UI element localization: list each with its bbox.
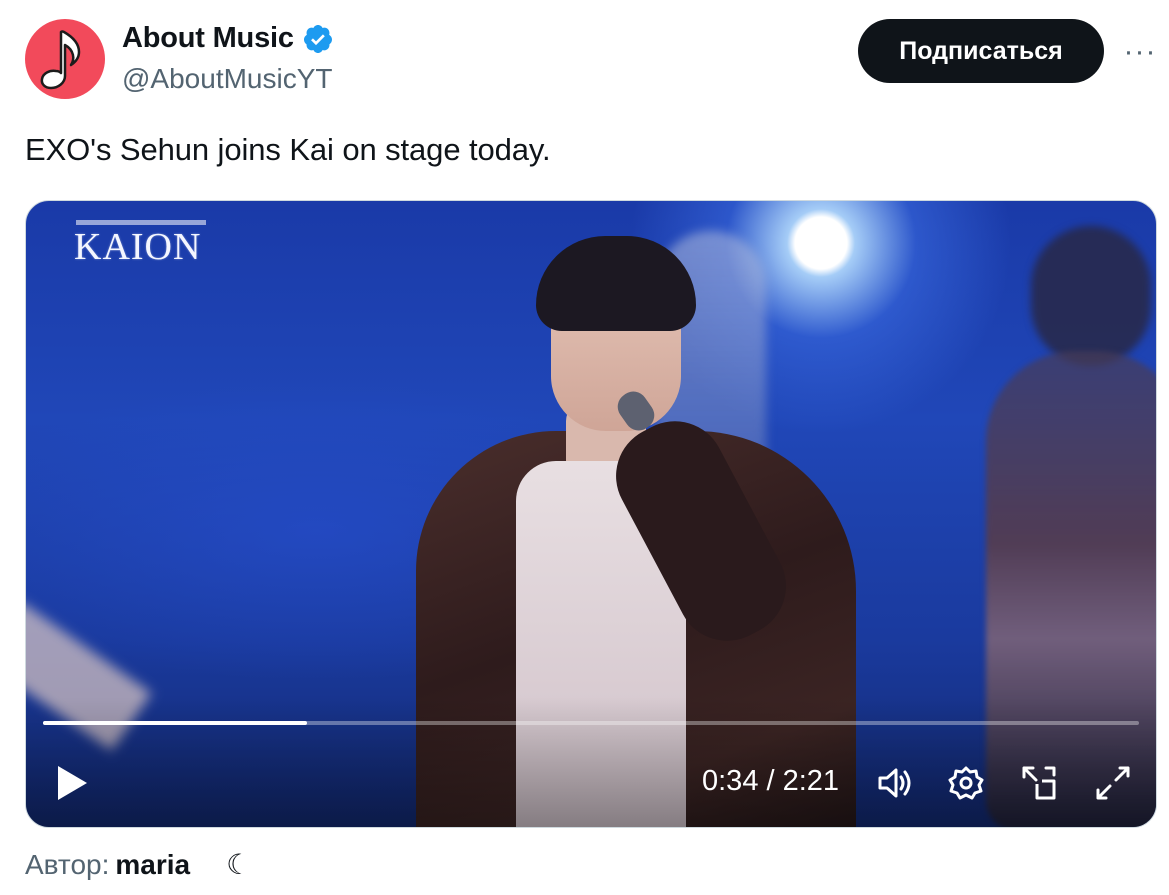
- display-name[interactable]: About Music: [122, 22, 294, 55]
- time-display: 0:34 / 2:21: [702, 765, 840, 797]
- moon-icon: ☾: [226, 849, 252, 880]
- progress-fill: [43, 721, 308, 725]
- picture-in-picture-icon[interactable]: [1020, 764, 1058, 802]
- verified-badge-icon[interactable]: [302, 23, 334, 55]
- author-label: Автор:: [25, 848, 110, 880]
- progress-bar[interactable]: [43, 721, 1139, 725]
- fullscreen-icon[interactable]: [1094, 764, 1132, 802]
- author-name[interactable]: maria: [115, 849, 190, 881]
- follow-button[interactable]: Подписаться: [858, 19, 1104, 83]
- avatar[interactable]: [25, 19, 105, 99]
- video-player[interactable]: KAION 0:34 / 2:21: [25, 200, 1157, 828]
- volume-icon[interactable]: [876, 764, 914, 802]
- settings-gear-icon[interactable]: [947, 764, 985, 802]
- video-watermark: KAION: [74, 226, 202, 268]
- tweet-text: EXO's Sehun joins Kai on stage today.: [25, 132, 551, 167]
- footer-credit: Автор: maria ☾: [25, 848, 251, 881]
- video-frame-dancer-head: [1031, 226, 1151, 366]
- controls-shade: [26, 697, 1156, 827]
- more-dots-icon[interactable]: ···: [1118, 30, 1162, 74]
- music-note-icon: [40, 30, 81, 90]
- name-row: About Music: [122, 22, 334, 55]
- tweet-card: About Music @AboutMusicYT Подписаться ··…: [0, 0, 1169, 895]
- play-icon[interactable]: [54, 763, 90, 803]
- account-handle[interactable]: @AboutMusicYT: [122, 63, 333, 95]
